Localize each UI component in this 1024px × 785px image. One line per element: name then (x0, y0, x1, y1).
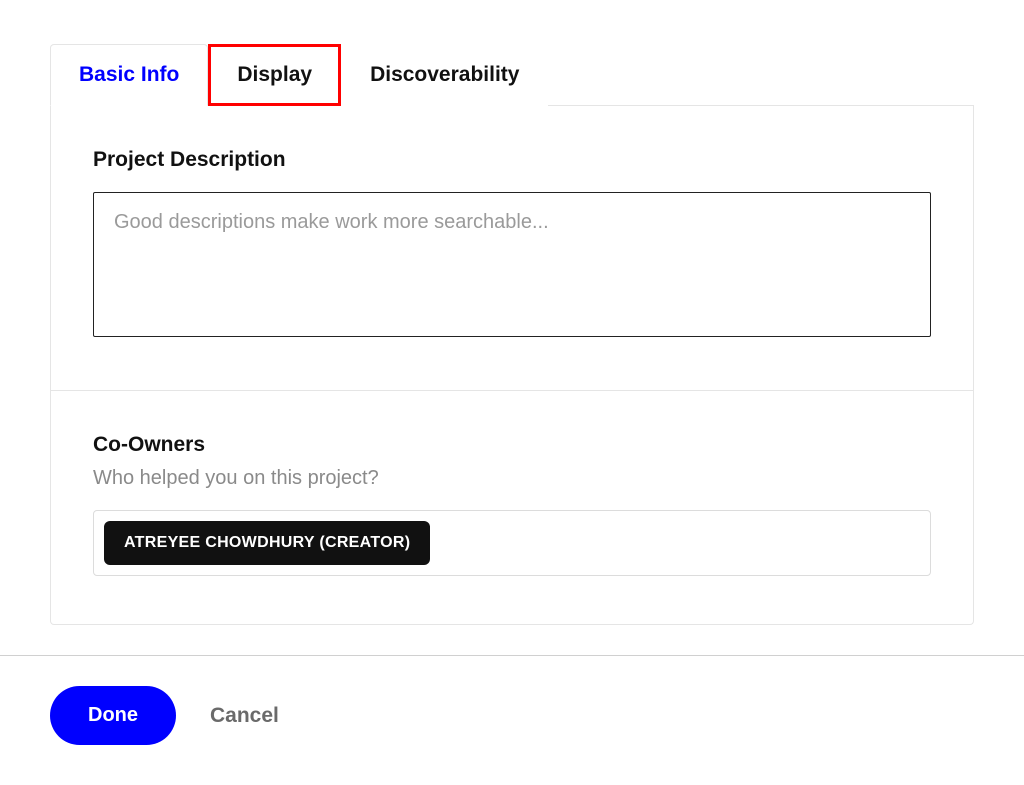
coowners-subtitle: Who helped you on this project? (93, 467, 931, 490)
coowners-title: Co-Owners (93, 433, 931, 457)
coowners-input[interactable]: ATREYEE CHOWDHURY (CREATOR) (93, 510, 931, 576)
tab-display[interactable]: Display (208, 44, 341, 106)
coowner-chip[interactable]: ATREYEE CHOWDHURY (CREATOR) (104, 521, 430, 565)
section-coowners: Co-Owners Who helped you on this project… (51, 390, 973, 624)
tabs: Basic Info Display Discoverability (50, 44, 974, 106)
description-textarea[interactable] (93, 192, 931, 337)
panel-basic-info: Project Description Co-Owners Who helped… (50, 106, 974, 625)
tab-discoverability[interactable]: Discoverability (341, 44, 548, 106)
description-title: Project Description (93, 148, 931, 172)
footer: Done Cancel (0, 656, 1024, 775)
cancel-button[interactable]: Cancel (210, 704, 279, 728)
section-description: Project Description (51, 106, 973, 390)
done-button[interactable]: Done (50, 686, 176, 745)
tab-basic-info[interactable]: Basic Info (50, 44, 208, 106)
